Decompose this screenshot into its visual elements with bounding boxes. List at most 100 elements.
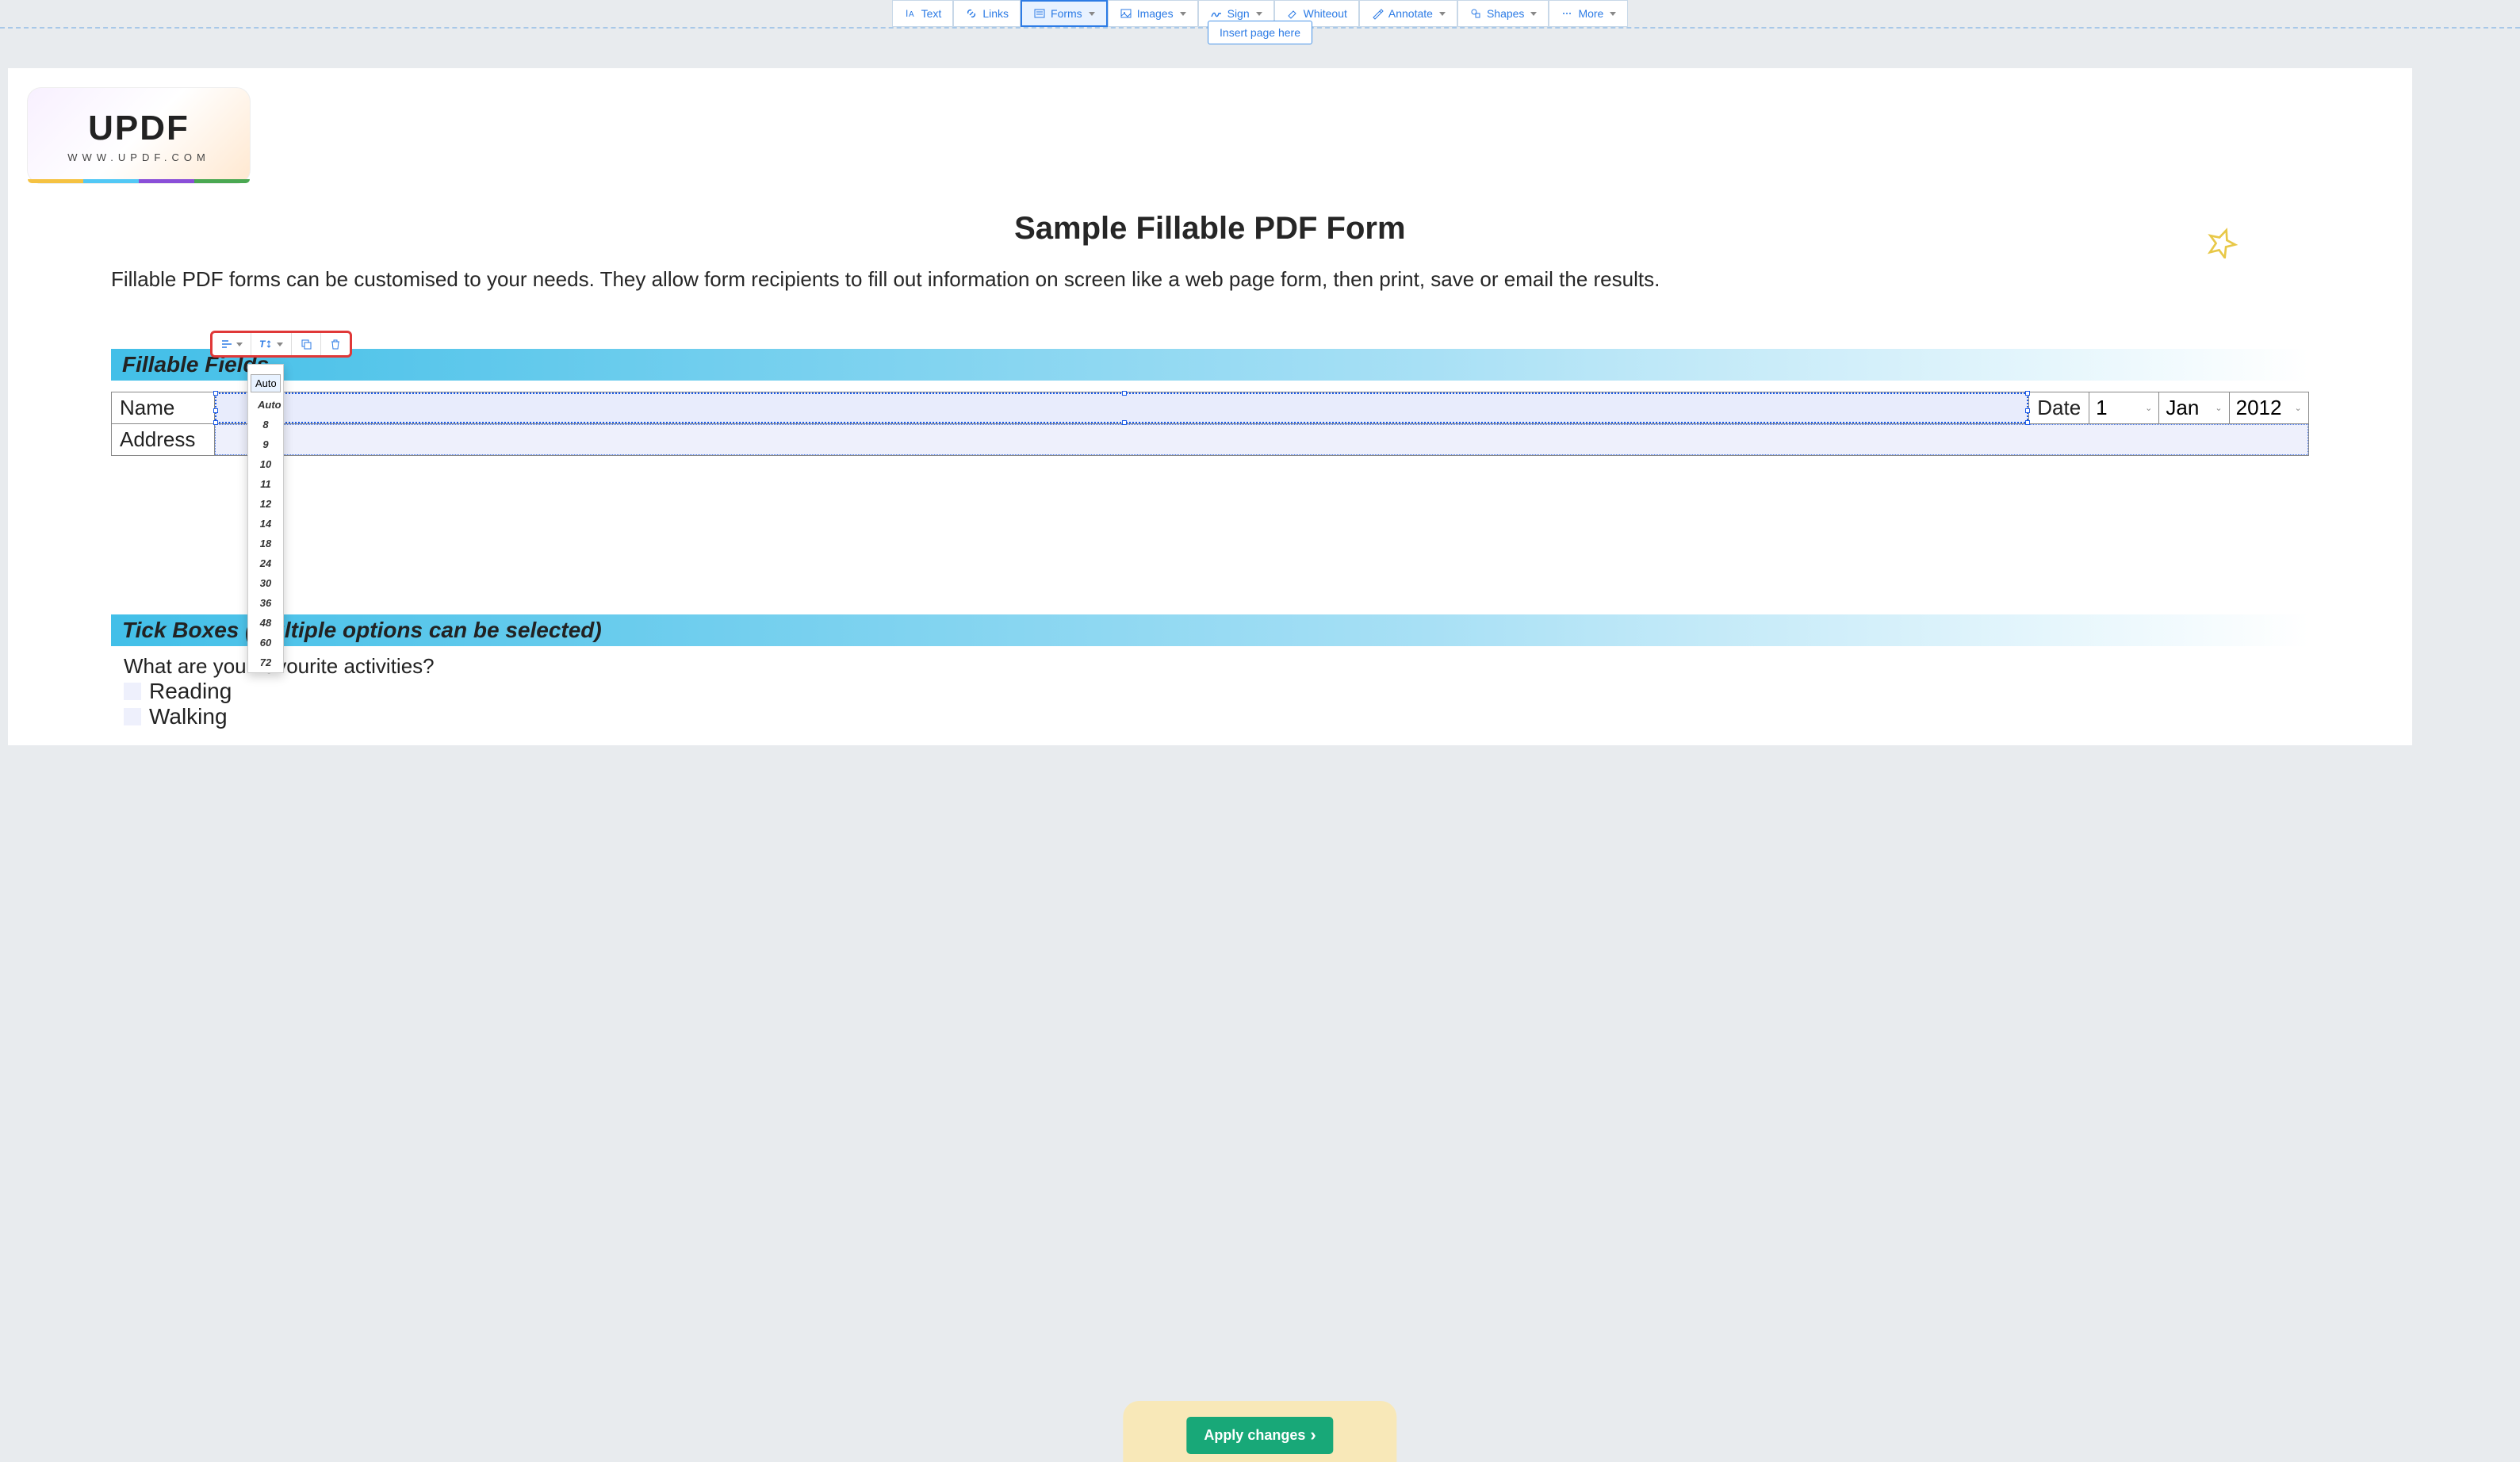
section-fillable-header: Fillable Fields T [111,349,2309,381]
intro-paragraph: Fillable PDF forms can be customised to … [111,266,2309,293]
checkbox-walking-row: Walking [124,704,2365,729]
name-label: Name [112,392,215,423]
text-button[interactable]: IA Text [892,0,954,27]
more-button[interactable]: More [1549,0,1628,27]
chevron-down-icon: ⌄ [2288,403,2307,413]
size-option[interactable]: 60 [248,633,283,653]
date-month-select[interactable]: Jan [2159,392,2208,423]
text-label: Text [921,7,942,20]
size-option[interactable]: Auto [248,395,283,415]
image-icon [1120,7,1132,20]
forms-icon [1033,7,1046,20]
address-row: Address [111,424,2309,456]
date-label: Date [2028,392,2089,423]
font-size-dropdown: Auto 8 9 10 11 12 14 18 24 30 36 48 60 7… [247,364,284,673]
dots-icon [1561,7,1573,20]
date-year-select[interactable]: 2012 [2230,392,2288,423]
size-option[interactable]: 14 [248,514,283,534]
reading-checkbox[interactable] [124,683,141,700]
resize-handle[interactable] [2025,391,2030,396]
page-title: Sample Fillable PDF Form [56,211,2365,247]
caret-down-icon [1180,12,1186,16]
workspace: UPDF WWW.UPDF.COM Sample Fillable PDF Fo… [0,29,2520,745]
caret-down-icon [277,343,283,346]
size-option[interactable]: 9 [248,434,283,454]
resize-handle[interactable] [2025,408,2030,413]
pencil-icon [1371,7,1384,20]
resize-handle[interactable] [213,391,218,396]
apply-changes-button[interactable]: Apply changes [1186,1417,1333,1454]
forms-label: Forms [1051,7,1082,20]
caret-down-icon [1530,12,1537,16]
size-option[interactable]: 30 [248,573,283,593]
size-option[interactable]: 48 [248,613,283,633]
resize-handle[interactable] [213,420,218,425]
annotate-label: Annotate [1388,7,1433,20]
apply-bar: Apply changes [1123,1401,1396,1462]
caret-down-icon [1610,12,1616,16]
text-icon: IA [904,7,917,20]
size-option[interactable]: 36 [248,593,283,613]
reading-label: Reading [149,679,232,704]
address-field[interactable] [215,424,2308,455]
size-option[interactable]: 12 [248,494,283,514]
font-size-input[interactable] [251,374,281,392]
font-size-button[interactable]: T [251,333,292,355]
insert-page-indicator[interactable]: Insert page here [1208,21,1312,44]
size-option[interactable]: 18 [248,534,283,553]
date-month-cell: Jan ⌄ [2159,392,2229,423]
svg-text:A: A [909,10,914,19]
logo-stripe [28,179,250,183]
walking-label: Walking [149,704,228,729]
size-option[interactable]: 24 [248,553,283,573]
resize-handle[interactable] [1122,391,1127,396]
caret-down-icon [1089,12,1095,16]
chevron-down-icon: ⌄ [2208,403,2228,413]
chevron-right-icon [1310,1426,1316,1445]
size-option[interactable]: 10 [248,454,283,474]
size-option[interactable]: 11 [248,474,283,494]
date-day-select[interactable]: 1 [2089,392,2139,423]
shapes-button[interactable]: Shapes [1457,0,1549,27]
whiteout-label: Whiteout [1304,7,1347,20]
sign-icon [1210,7,1223,20]
delete-button[interactable] [321,333,350,355]
resize-handle[interactable] [1122,420,1127,425]
more-label: More [1578,7,1603,20]
question-text: What are your favourite activities? [124,654,2365,679]
name-row: Name Date 1 ⌄ Jan ⌄ 2012 [111,392,2309,424]
logo-url: WWW.UPDF.COM [67,151,210,163]
field-toolbar: T [210,331,352,358]
size-option[interactable]: 72 [248,653,283,672]
size-option[interactable]: 8 [248,415,283,434]
pin-icon [2206,227,2238,262]
checkbox-reading-row: Reading [124,679,2365,704]
images-button[interactable]: Images [1108,0,1198,27]
copy-button[interactable] [292,333,321,355]
caret-down-icon [236,343,243,346]
link-icon [965,7,978,20]
svg-text:T: T [259,339,266,350]
section-tickboxes-header: Tick Boxes (Multiple options can be sele… [111,614,2309,646]
forms-button[interactable]: Forms [1021,0,1108,27]
date-year-cell: 2012 ⌄ [2230,392,2308,423]
eraser-icon [1286,7,1299,20]
svg-text:I: I [906,8,908,19]
sign-label: Sign [1227,7,1250,20]
top-toolbar: IA Text Links Forms Images [0,0,2520,29]
resize-handle[interactable] [2025,420,2030,425]
caret-down-icon [1439,12,1446,16]
caret-down-icon [1256,12,1262,16]
align-button[interactable] [213,333,251,355]
pdf-page: UPDF WWW.UPDF.COM Sample Fillable PDF Fo… [8,68,2412,745]
address-label: Address [112,424,215,455]
resize-handle[interactable] [213,408,218,413]
shapes-icon [1469,7,1482,20]
links-button[interactable]: Links [953,0,1021,27]
name-field[interactable] [215,392,2028,423]
walking-checkbox[interactable] [124,708,141,725]
annotate-button[interactable]: Annotate [1359,0,1457,27]
shapes-label: Shapes [1487,7,1524,20]
logo-box: UPDF WWW.UPDF.COM [27,87,251,184]
date-day-cell: 1 ⌄ [2089,392,2159,423]
